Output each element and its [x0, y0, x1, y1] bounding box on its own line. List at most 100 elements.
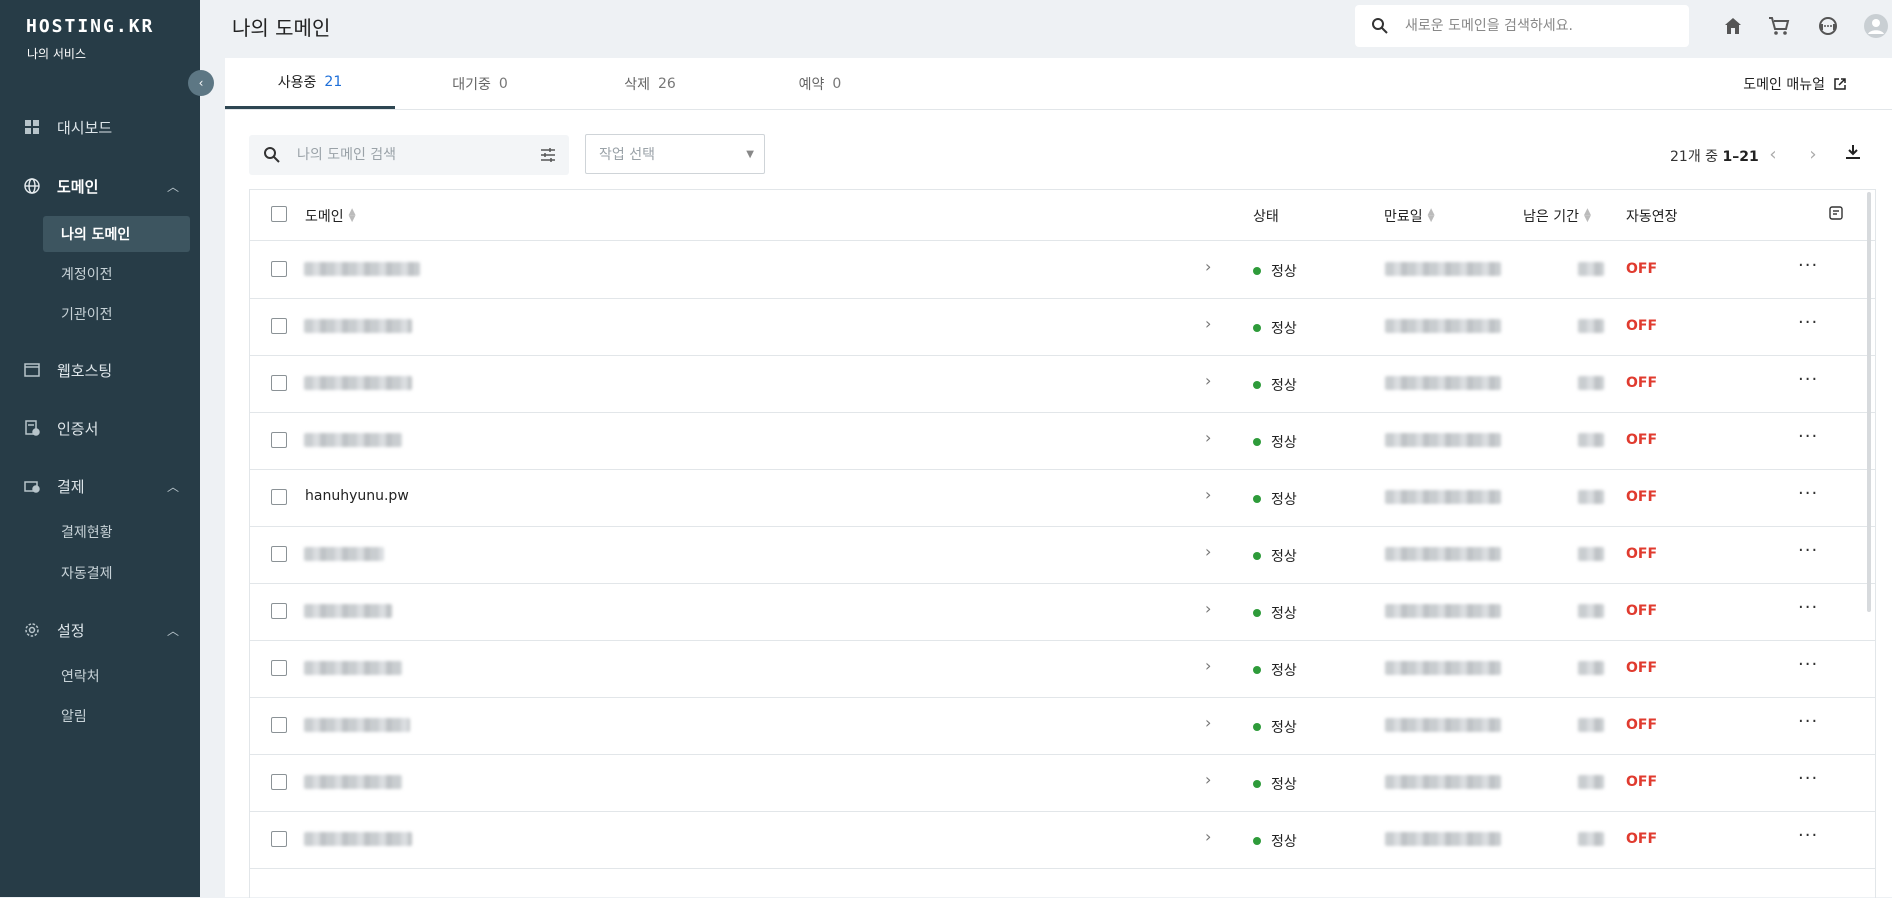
more-options-icon[interactable]: ···: [1798, 597, 1818, 618]
more-options-icon[interactable]: ···: [1798, 711, 1818, 732]
row-checkbox[interactable]: [271, 375, 287, 391]
more-options-icon[interactable]: ···: [1798, 312, 1818, 333]
auto-renew-status[interactable]: OFF: [1626, 660, 1657, 676]
row-checkbox[interactable]: [271, 261, 287, 277]
table-row[interactable]: › 정상 OFF ···: [250, 583, 1875, 641]
auto-renew-status[interactable]: OFF: [1626, 831, 1657, 847]
table-row[interactable]: › 정상 OFF ···: [250, 754, 1875, 812]
chevron-up-icon[interactable]: ︿: [167, 478, 179, 495]
nav-webhosting[interactable]: 웹호스팅: [0, 350, 200, 390]
more-options-icon[interactable]: ···: [1798, 483, 1818, 504]
nav-domain[interactable]: 도메인 ︿: [0, 166, 200, 206]
row-checkbox[interactable]: [271, 546, 287, 562]
sub-notifications[interactable]: 알림: [43, 698, 190, 734]
filter-settings-icon[interactable]: [539, 146, 557, 164]
status-text: 정상: [1271, 378, 1297, 394]
auto-renew-status[interactable]: OFF: [1626, 318, 1657, 334]
row-checkbox[interactable]: [271, 432, 287, 448]
next-page-button[interactable]: ›: [1801, 142, 1825, 166]
download-button[interactable]: [1841, 142, 1865, 166]
auto-renew-status[interactable]: OFF: [1626, 261, 1657, 277]
select-all-checkbox[interactable]: [271, 206, 287, 222]
sub-payment-status[interactable]: 결제현황: [43, 514, 190, 550]
sub-agency-transfer[interactable]: 기관이전: [43, 296, 190, 332]
table-row[interactable]: › 정상 OFF ···: [250, 526, 1875, 584]
row-checkbox[interactable]: [271, 603, 287, 619]
sub-contacts[interactable]: 연락처: [43, 658, 190, 694]
row-checkbox[interactable]: [271, 318, 287, 334]
more-options-icon[interactable]: ···: [1798, 426, 1818, 447]
col-domain[interactable]: 도메인 ▲ ▼: [305, 206, 356, 226]
tab-in-use[interactable]: 사용중 21: [225, 58, 395, 109]
table-row[interactable]: hanuhyunu.pw › 정상 OFF ···: [250, 469, 1875, 527]
sub-account-transfer[interactable]: 계정이전: [43, 256, 190, 292]
auto-renew-status[interactable]: OFF: [1626, 603, 1657, 619]
more-options-icon[interactable]: ···: [1798, 540, 1818, 561]
nav-certificate[interactable]: 인증서: [0, 408, 200, 448]
tab-reserved[interactable]: 예약 0: [735, 58, 905, 109]
chevron-right-icon[interactable]: ›: [1205, 713, 1211, 732]
auto-renew-status[interactable]: OFF: [1626, 375, 1657, 391]
my-domain-search-input[interactable]: [295, 146, 529, 164]
more-options-icon[interactable]: ···: [1798, 369, 1818, 390]
chevron-left-icon[interactable]: ‹: [188, 70, 214, 96]
table-row[interactable]: › 정상 OFF ···: [250, 412, 1875, 470]
sub-my-domain[interactable]: 나의 도메인: [43, 216, 190, 252]
row-checkbox[interactable]: [271, 831, 287, 847]
domain-name[interactable]: hanuhyunu.pw: [305, 488, 409, 504]
chevron-right-icon[interactable]: ›: [1205, 599, 1211, 618]
chevron-right-icon[interactable]: ›: [1205, 314, 1211, 333]
auto-renew-status[interactable]: OFF: [1626, 717, 1657, 733]
auto-renew-status[interactable]: OFF: [1626, 774, 1657, 790]
my-domain-search[interactable]: [249, 135, 569, 175]
cart-icon[interactable]: [1767, 14, 1791, 38]
more-options-icon[interactable]: ···: [1798, 825, 1818, 846]
chevron-right-icon[interactable]: ›: [1205, 770, 1211, 789]
auto-renew-status[interactable]: OFF: [1626, 489, 1657, 505]
nav-payment[interactable]: 결제 ︿: [0, 466, 200, 506]
row-checkbox[interactable]: [271, 489, 287, 505]
row-checkbox[interactable]: [271, 660, 287, 676]
chevron-right-icon[interactable]: ›: [1205, 428, 1211, 447]
tab-pending[interactable]: 대기중 0: [395, 58, 565, 109]
tab-deleted[interactable]: 삭제 26: [565, 58, 735, 109]
more-options-icon[interactable]: ···: [1798, 654, 1818, 675]
col-remaining[interactable]: 남은 기간 ▲ ▼: [1523, 206, 1591, 226]
nav-dashboard[interactable]: 대시보드: [0, 107, 200, 147]
chevron-up-icon[interactable]: ︿: [167, 178, 179, 195]
prev-page-button[interactable]: ‹: [1761, 142, 1785, 166]
logo[interactable]: HOSTING.KR: [26, 16, 154, 37]
chevron-right-icon[interactable]: ›: [1205, 257, 1211, 276]
chevron-right-icon[interactable]: ›: [1205, 371, 1211, 390]
action-select[interactable]: 작업 선택 ▼: [585, 134, 765, 174]
table-row[interactable]: › 정상 OFF ···: [250, 697, 1875, 755]
support-icon[interactable]: [1816, 14, 1840, 38]
auto-renew-status[interactable]: OFF: [1626, 546, 1657, 562]
pager-prefix: 21개 중: [1670, 149, 1723, 165]
nav-settings[interactable]: 설정 ︿: [0, 610, 200, 650]
domain-search-input[interactable]: [1403, 17, 1677, 35]
row-checkbox[interactable]: [271, 717, 287, 733]
column-settings-icon[interactable]: [1829, 206, 1843, 220]
account-icon[interactable]: [1864, 14, 1888, 38]
home-icon[interactable]: [1721, 14, 1745, 38]
more-options-icon[interactable]: ···: [1798, 255, 1818, 276]
more-options-icon[interactable]: ···: [1798, 768, 1818, 789]
auto-renew-status[interactable]: OFF: [1626, 432, 1657, 448]
table-scrollbar[interactable]: [1867, 192, 1871, 612]
sub-auto-payment[interactable]: 자동결제: [43, 555, 190, 591]
chevron-right-icon[interactable]: ›: [1205, 656, 1211, 675]
chevron-right-icon[interactable]: ›: [1205, 485, 1211, 504]
row-checkbox[interactable]: [271, 774, 287, 790]
table-row[interactable]: › 정상 OFF ···: [250, 640, 1875, 698]
table-row[interactable]: › 정상 OFF ···: [250, 811, 1875, 869]
table-row[interactable]: › 정상 OFF ···: [250, 298, 1875, 356]
chevron-right-icon[interactable]: ›: [1205, 542, 1211, 561]
table-row[interactable]: › 정상 OFF ···: [250, 241, 1875, 299]
chevron-up-icon[interactable]: ︿: [167, 622, 179, 639]
domain-search-bar[interactable]: [1355, 5, 1689, 47]
chevron-right-icon[interactable]: ›: [1205, 827, 1211, 846]
col-expiry[interactable]: 만료일 ▲ ▼: [1384, 206, 1435, 226]
table-row[interactable]: › 정상 OFF ···: [250, 355, 1875, 413]
domain-manual-link[interactable]: 도메인 매뉴얼: [1743, 74, 1847, 94]
